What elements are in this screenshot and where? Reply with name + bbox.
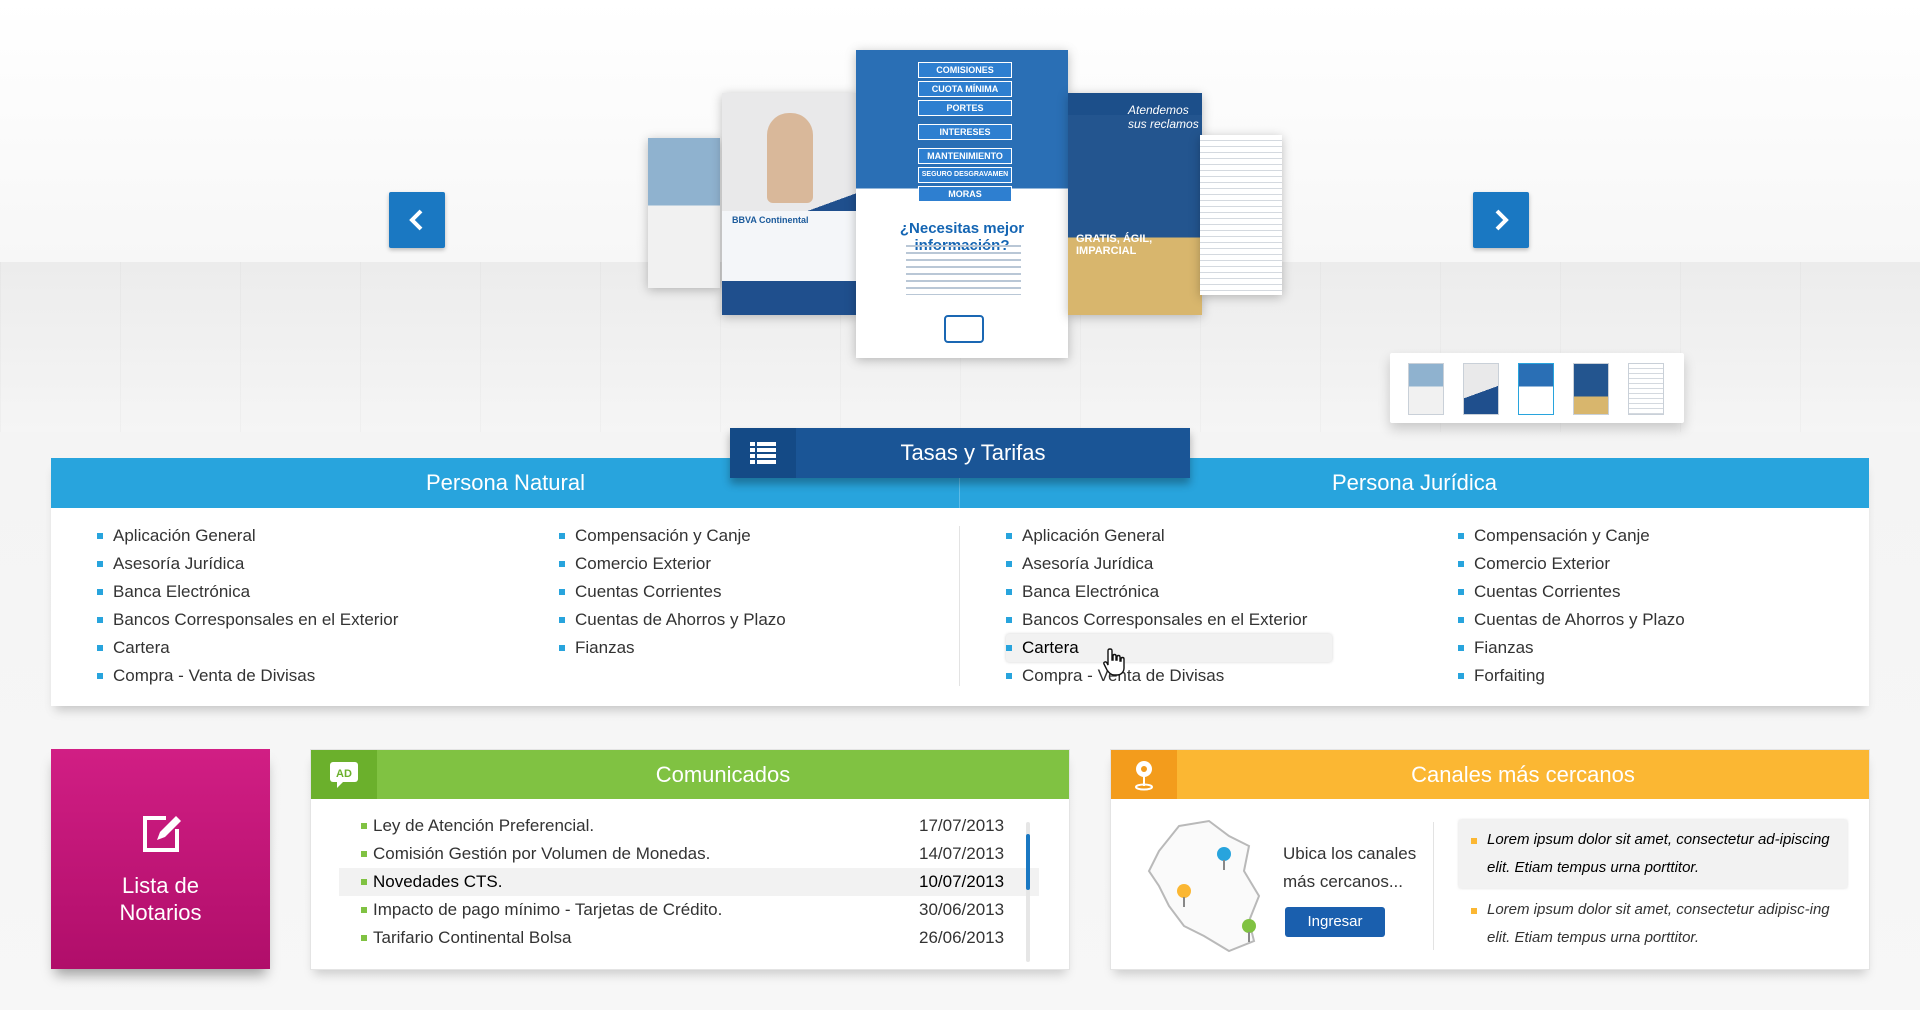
list-item[interactable]: Bancos Corresponsales en el Exterior — [1006, 606, 1332, 634]
comunicados-title: Comunicados — [655, 762, 791, 787]
table-row[interactable]: Ley de Atención Preferencial. 17/07/2013 — [339, 812, 1039, 840]
carousel-thumbnail-strip — [1390, 353, 1684, 423]
list-item[interactable]: Bancos Corresponsales en el Exterior — [97, 606, 398, 634]
persona-juridica-list-1: Aplicación General Asesoría Jurídica Ban… — [1006, 522, 1332, 690]
sbs-logo — [944, 315, 984, 343]
list-item[interactable]: Cuentas Corrientes — [1458, 578, 1685, 606]
table-row[interactable]: Tarifario Continental Bolsa 26/06/2013 — [339, 924, 1039, 952]
comunicado-name[interactable]: Novedades CTS. — [339, 868, 919, 896]
notarios-label-1: Lista de — [121, 873, 200, 898]
carousel-document-featured[interactable]: COMISIONES CUOTA MÍNIMA PORTES INTERESES… — [856, 50, 1068, 358]
list-item[interactable]: Aplicación General — [97, 522, 398, 550]
carousel-next-button[interactable] — [1473, 192, 1529, 248]
tasas-tarifas-tab[interactable]: Tasas y Tarifas — [730, 428, 1190, 478]
hand-cursor-icon — [1103, 648, 1125, 676]
canales-title: Canales más cercanos — [1411, 762, 1635, 787]
comunicado-name[interactable]: Comisión Gestión por Volumen de Monedas. — [339, 840, 919, 868]
tasas-tarifas-label: Tasas y Tarifas — [900, 440, 1046, 465]
notarios-label-2: Notarios — [119, 900, 202, 925]
list-item[interactable]: Forfaiting — [1458, 662, 1685, 690]
comunicados-list: Ley de Atención Preferencial. 17/07/2013… — [339, 812, 1039, 952]
document-text-lines — [906, 245, 1021, 295]
document-heading: Atendemos sus reclamos — [1128, 103, 1199, 131]
thumbnail-3[interactable] — [1518, 363, 1554, 415]
document-brand-text: BBVA Continental — [732, 215, 809, 225]
ad-icon: AD — [311, 750, 377, 799]
person-photo — [767, 113, 813, 203]
list-item[interactable]: Asesoría Jurídica — [97, 550, 398, 578]
sign-label: MANTENIMIENTO — [918, 148, 1012, 164]
list-item[interactable]: Cuentas de Ahorros y Plazo — [1458, 606, 1685, 634]
comunicado-date: 26/06/2013 — [919, 928, 1005, 947]
carousel-document-1[interactable] — [648, 138, 720, 288]
canales-separator — [1433, 822, 1434, 950]
table-row-highlighted[interactable]: Novedades CTS. 10/07/2013 — [339, 868, 1039, 896]
chevron-right-icon — [1495, 209, 1509, 231]
table-row[interactable]: Impacto de pago mínimo - Tarjetas de Cré… — [339, 896, 1039, 924]
svg-text:AD: AD — [336, 768, 352, 780]
document-tagline: GRATIS, ÁGIL, IMPARCIAL — [1076, 233, 1153, 257]
edit-icon — [142, 816, 181, 852]
list-item[interactable]: Aplicación General — [1006, 522, 1332, 550]
list-icon — [730, 428, 796, 478]
canales-note[interactable]: Lorem ipsum dolor sit amet, consectetur … — [1459, 890, 1847, 958]
sign-label: PORTES — [918, 100, 1012, 116]
thumbnail-2[interactable] — [1463, 363, 1499, 415]
sign-label: SEGURO DESGRAVAMEN — [918, 167, 1012, 183]
persona-juridica-list-2: Compensación y Canje Comercio Exterior C… — [1458, 522, 1685, 690]
persona-natural-list-1: Aplicación General Asesoría Jurídica Ban… — [97, 522, 398, 690]
comunicado-date: 14/07/2013 — [919, 844, 1005, 863]
list-item[interactable]: Comercio Exterior — [1458, 550, 1685, 578]
list-item[interactable]: Compra - Venta de Divisas — [97, 662, 398, 690]
canales-note-highlighted[interactable]: Lorem ipsum dolor sit amet, consectetur … — [1459, 820, 1847, 888]
sign-label: INTERESES — [918, 124, 1012, 140]
carousel-document-5[interactable] — [1200, 135, 1282, 295]
list-item[interactable]: Compensación y Canje — [1458, 522, 1685, 550]
comunicados-header: AD Comunicados — [311, 750, 1069, 799]
map-pin-icon — [1111, 750, 1177, 799]
list-item[interactable]: Compensación y Canje — [559, 522, 786, 550]
comunicado-date: 30/06/2013 — [919, 900, 1005, 919]
carousel-document-4[interactable]: Atendemos sus reclamos GRATIS, ÁGIL, IMP… — [1068, 93, 1202, 315]
list-item[interactable]: Fianzas — [1458, 634, 1685, 662]
comunicado-name[interactable]: Impacto de pago mínimo - Tarjetas de Cré… — [339, 896, 919, 924]
comunicado-name[interactable]: Tarifario Continental Bolsa — [339, 924, 919, 952]
list-item[interactable]: Banca Electrónica — [97, 578, 398, 606]
chevron-left-icon — [409, 209, 423, 231]
peru-map-illustration[interactable] — [1139, 816, 1279, 956]
comunicados-panel: AD Comunicados Ley de Atención Preferenc… — [310, 749, 1070, 970]
scrollbar[interactable] — [1026, 822, 1030, 962]
list-item[interactable]: Banca Electrónica — [1006, 578, 1332, 606]
canales-panel: Canales más cercanos Ubica los canales m… — [1110, 749, 1870, 970]
canales-description: Ubica los canales más cercanos... — [1283, 844, 1417, 891]
carousel-document-2[interactable]: BBVA Continental — [722, 93, 857, 315]
comunicado-name[interactable]: Ley de Atención Preferencial. — [339, 812, 919, 840]
sign-label: COMISIONES — [918, 62, 1012, 78]
persona-natural-list-2: Compensación y Canje Comercio Exterior C… — [559, 522, 786, 662]
rates-panel: Persona Natural Persona Jurídica Aplicac… — [51, 458, 1869, 706]
sign-label: MORAS — [918, 186, 1012, 202]
thumbnail-4[interactable] — [1573, 363, 1609, 415]
list-item[interactable]: Asesoría Jurídica — [1006, 550, 1332, 578]
list-item[interactable]: Compra - Venta de Divisas — [1006, 662, 1332, 690]
ingresar-button[interactable]: Ingresar — [1285, 907, 1385, 937]
comunicado-date: 17/07/2013 — [919, 816, 1005, 835]
carousel-prev-button[interactable] — [389, 192, 445, 248]
list-item-highlighted[interactable]: Cartera — [1006, 634, 1332, 662]
list-item[interactable]: Fianzas — [559, 634, 786, 662]
sign-label: CUOTA MÍNIMA — [918, 81, 1012, 97]
canales-header: Canales más cercanos — [1111, 750, 1869, 799]
comunicado-date: 10/07/2013 — [919, 868, 1039, 896]
column-divider — [959, 526, 960, 686]
table-row[interactable]: Comisión Gestión por Volumen de Monedas.… — [339, 840, 1039, 868]
list-item[interactable]: Cartera — [97, 634, 398, 662]
thumbnail-1[interactable] — [1408, 363, 1444, 415]
thumbnail-5[interactable] — [1628, 363, 1664, 415]
list-item[interactable]: Cuentas Corrientes — [559, 578, 786, 606]
list-item[interactable]: Cuentas de Ahorros y Plazo — [559, 606, 786, 634]
list-item[interactable]: Comercio Exterior — [559, 550, 786, 578]
scrollbar-thumb[interactable] — [1026, 834, 1030, 890]
lista-notarios-tile[interactable]: Lista de Notarios — [51, 749, 270, 969]
